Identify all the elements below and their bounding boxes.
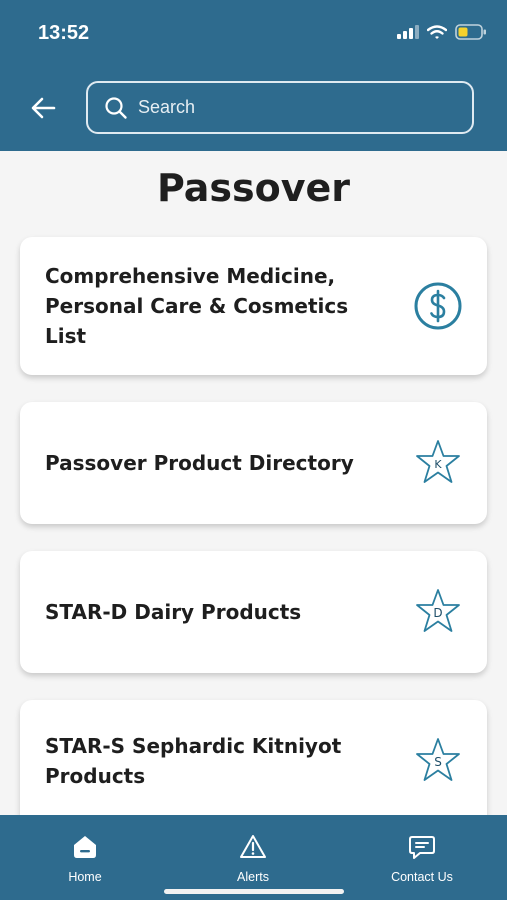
search-row xyxy=(0,80,507,136)
list-item-label: STAR-D Dairy Products xyxy=(45,600,302,624)
status-bar: 13:52 xyxy=(0,0,507,68)
svg-text:K: K xyxy=(434,458,442,471)
tab-home[interactable]: Home xyxy=(25,833,145,884)
battery-icon xyxy=(455,24,486,40)
dollar-circle-icon xyxy=(414,282,462,330)
alert-triangle-icon xyxy=(240,835,266,858)
search-input[interactable] xyxy=(136,96,440,119)
list-item-medicine-cosmetics[interactable]: Comprehensive Medicine, Personal Care & … xyxy=(20,237,487,375)
arrow-left-icon xyxy=(31,97,56,119)
tab-label: Alerts xyxy=(237,870,269,884)
list-item-label: STAR-S Sephardic Kitniyot Products xyxy=(45,734,342,788)
chat-icon xyxy=(409,836,435,859)
star-s-icon: S xyxy=(416,738,460,781)
tab-alerts[interactable]: Alerts xyxy=(193,833,313,884)
list-item-star-d-dairy[interactable]: STAR-D Dairy Products D xyxy=(20,551,487,673)
signal-icon xyxy=(397,25,419,39)
header: 13:52 xyxy=(0,0,507,151)
bottom-tab-bar: Home Alerts Contact Us xyxy=(0,815,507,900)
tab-label: Home xyxy=(68,870,102,884)
home-indicator xyxy=(164,889,344,894)
star-d-icon: D xyxy=(416,589,460,632)
tab-label: Contact Us xyxy=(391,870,453,884)
home-icon xyxy=(74,836,96,858)
wifi-icon xyxy=(427,24,447,39)
status-icons xyxy=(397,24,487,40)
tab-contact-us[interactable]: Contact Us xyxy=(362,833,482,884)
svg-text:S: S xyxy=(434,755,442,769)
search-icon xyxy=(105,96,127,119)
page-title: Passover xyxy=(156,166,351,210)
back-button[interactable] xyxy=(26,90,62,126)
search-box[interactable] xyxy=(86,81,474,134)
status-time: 13:52 xyxy=(38,22,90,44)
list-item-label: Passover Product Directory xyxy=(45,451,354,475)
list-item-label: Comprehensive Medicine, Personal Care & … xyxy=(45,264,349,348)
list-item-product-directory[interactable]: Passover Product Directory K xyxy=(20,402,487,524)
svg-text:D: D xyxy=(433,606,442,620)
star-k-icon: K xyxy=(416,440,460,483)
